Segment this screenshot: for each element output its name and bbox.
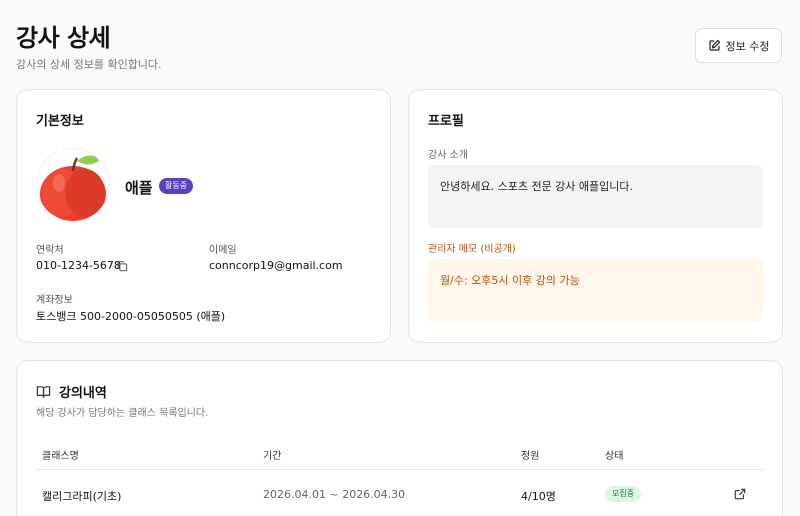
page-title: 강사 상세 [16, 24, 111, 52]
classes-title: 강의내역 [59, 386, 107, 401]
memo-label: 관리자 메모 (비공개) [428, 244, 516, 255]
column-header-status: 상태 [605, 451, 624, 462]
memo-text: 월/수: 오후5시 이후 강의 가능 [428, 259, 763, 322]
phone-value: 010-1234-5678 [36, 259, 121, 272]
instructor-name: 애플 [125, 179, 153, 197]
class-period: 2026.04.01 ~ 2026.04.30 [263, 488, 406, 501]
email-label: 이메일 [209, 245, 237, 256]
intro-label: 강사 소개 [428, 150, 468, 161]
apple-avatar [36, 148, 110, 222]
edit-info-button[interactable]: 정보 수정 [695, 28, 782, 63]
column-header-period: 기간 [263, 451, 282, 462]
classes-header: 강의내역 [36, 382, 107, 401]
basic-info-title: 기본정보 [36, 114, 84, 129]
edit-button-label: 정보 수정 [725, 39, 770, 53]
table-divider [36, 469, 765, 470]
class-name: 캘리그라피(기초) [42, 490, 122, 503]
classes-subtitle: 해당 강사가 담당하는 클래스 목록입니다. [36, 408, 209, 419]
column-header-capacity: 정원 [521, 451, 540, 462]
book-icon [36, 386, 51, 398]
account-value: 토스뱅크 500-2000-05050505 (애플) [36, 310, 226, 323]
status-badge: 활동중 [159, 178, 194, 194]
copy-icon[interactable] [116, 260, 128, 272]
page-subtitle: 강사의 상세 정보를 확인합니다. [16, 58, 162, 71]
intro-text: 안녕하세요. 스포츠 전문 강사 애플입니다. [428, 165, 763, 228]
class-capacity: 4/10명 [521, 490, 556, 503]
class-status-badge: 모집중 [605, 486, 642, 502]
edit-icon [708, 39, 720, 51]
external-link-icon[interactable] [734, 488, 746, 500]
account-label: 계좌정보 [36, 295, 73, 306]
profile-title: 프로필 [428, 114, 464, 129]
basic-info-card: 기본정보 애플 활동중 연락처 010-1234-5678 이메일 connco… [16, 89, 391, 343]
email-value: conncorp19@gmail.com [209, 259, 343, 272]
classes-card: 강의내역 해당 강사가 담당하는 클래스 목록입니다. 클래스명 기간 정원 상… [16, 360, 783, 516]
column-header-name: 클래스명 [42, 451, 79, 462]
phone-label: 연락처 [36, 245, 64, 256]
profile-card: 프로필 강사 소개 안녕하세요. 스포츠 전문 강사 애플입니다. 관리자 메모… [408, 89, 783, 343]
